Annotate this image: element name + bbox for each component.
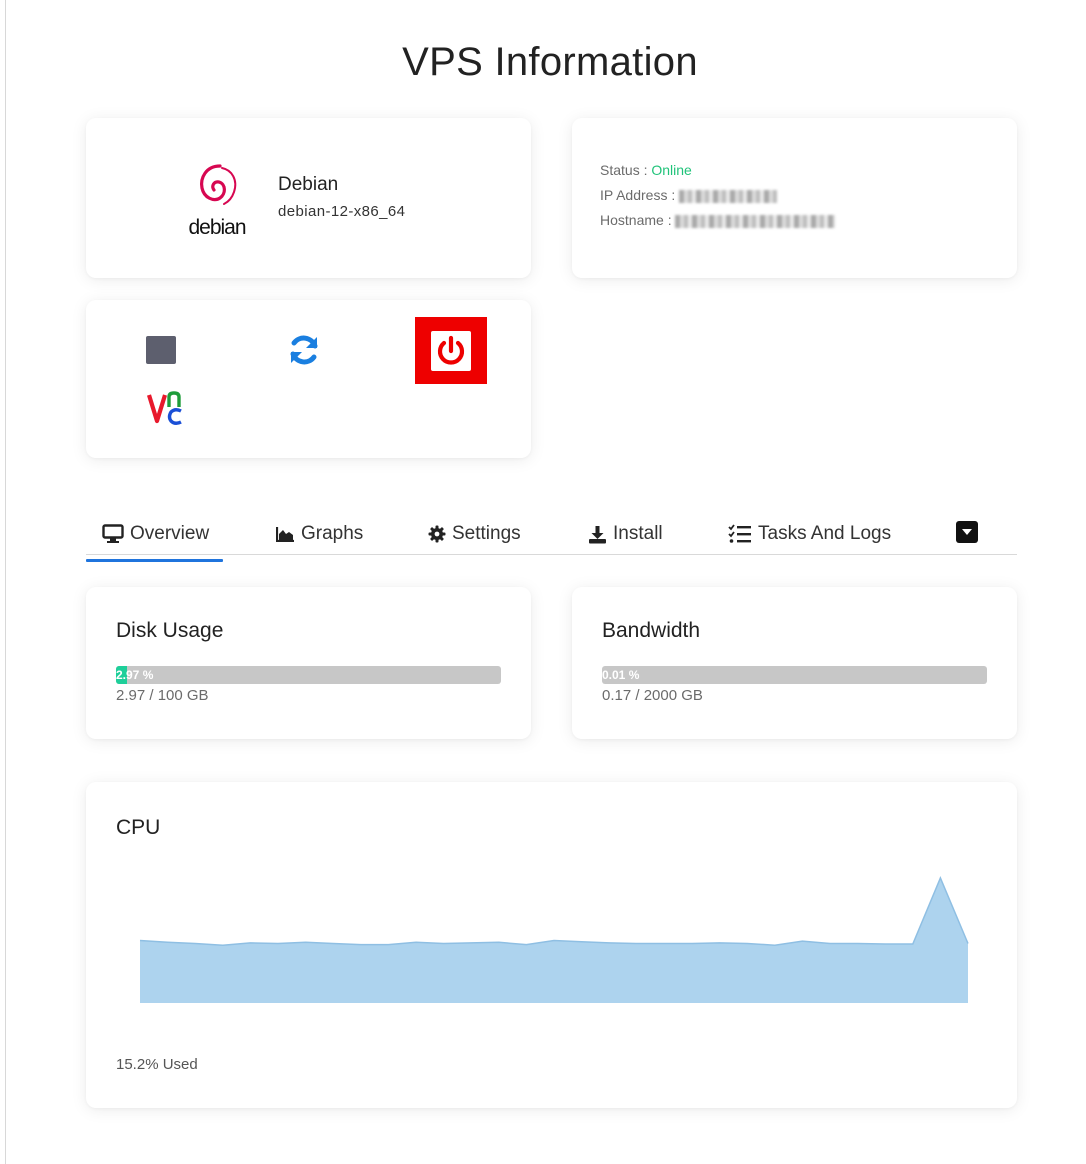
- bandwidth-card: Bandwidth 0.01 % 0.17 / 2000 GB: [572, 587, 1017, 739]
- os-card: debian Debian debian-12-x86_64: [86, 118, 531, 278]
- tab-label: Install: [613, 523, 663, 544]
- disk-usage-title: Disk Usage: [116, 619, 224, 642]
- download-icon: [588, 525, 607, 544]
- tab-graphs[interactable]: Graphs: [276, 515, 363, 553]
- refresh-icon: [290, 335, 318, 365]
- left-border: [5, 0, 6, 1164]
- more-tabs-button[interactable]: [956, 521, 978, 543]
- stop-icon: [146, 336, 176, 364]
- tab-install[interactable]: Install: [588, 515, 663, 553]
- cpu-chart: [139, 876, 969, 1003]
- status-label: Status :: [600, 162, 648, 178]
- monitor-icon: [102, 524, 124, 544]
- hostname-label: Hostname :: [600, 212, 672, 228]
- tab-overview[interactable]: Overview: [85, 515, 224, 562]
- stop-button[interactable]: [144, 333, 178, 367]
- cpu-used-label: 15.2% Used: [116, 1056, 198, 1073]
- bandwidth-percent: 0.01 %: [602, 668, 640, 682]
- cpu-card: CPU 15.2% Used: [86, 782, 1017, 1108]
- caret-down-icon: [962, 529, 972, 535]
- cpu-title: CPU: [116, 816, 161, 839]
- os-name: Debian: [278, 174, 339, 195]
- ip-label: IP Address :: [600, 187, 676, 203]
- tab-label: Overview: [130, 523, 210, 544]
- hostname-line: Hostname :: [600, 212, 836, 228]
- restart-button[interactable]: [284, 330, 324, 370]
- vnc-icon: [147, 391, 182, 425]
- power-icon: [437, 335, 465, 365]
- tab-label: Tasks And Logs: [758, 523, 892, 544]
- status-value: Online: [651, 162, 692, 178]
- os-template: debian-12-x86_64: [278, 203, 406, 220]
- gear-icon: [428, 525, 446, 543]
- server-info-card: Status : Online IP Address : Hostname :: [572, 118, 1017, 278]
- hostname-redacted: [675, 214, 836, 228]
- page-title: VPS Information: [402, 40, 698, 84]
- tab-settings[interactable]: Settings: [428, 515, 521, 553]
- bandwidth-bar: 0.01 %: [602, 666, 987, 684]
- control-card: [86, 300, 531, 458]
- tab-label: Graphs: [301, 523, 364, 544]
- tab-bar: Overview Graphs Settings Install Tasks A…: [85, 507, 1017, 562]
- disk-usage-percent: 2.97 %: [116, 668, 154, 682]
- disk-usage-detail: 2.97 / 100 GB: [116, 687, 209, 704]
- vnc-button[interactable]: [146, 388, 188, 428]
- status-line: Status : Online: [600, 162, 692, 178]
- ip-line: IP Address :: [600, 187, 778, 203]
- bandwidth-detail: 0.17 / 2000 GB: [602, 687, 703, 704]
- debian-logo-icon: debian: [186, 156, 248, 240]
- list-icon: [728, 524, 752, 544]
- chart-icon: [276, 526, 295, 542]
- cpu-line-series: [139, 876, 969, 946]
- disk-usage-card: Disk Usage 2.97 % 2.97 / 100 GB: [86, 587, 531, 739]
- power-button[interactable]: [415, 317, 487, 384]
- tab-label: Settings: [452, 523, 521, 544]
- ip-address-redacted: [679, 189, 778, 203]
- tab-tasks-and-logs[interactable]: Tasks And Logs: [728, 515, 891, 553]
- disk-usage-bar: 2.97 %: [116, 666, 501, 684]
- svg-text:debian: debian: [188, 216, 245, 239]
- bandwidth-title: Bandwidth: [602, 619, 701, 642]
